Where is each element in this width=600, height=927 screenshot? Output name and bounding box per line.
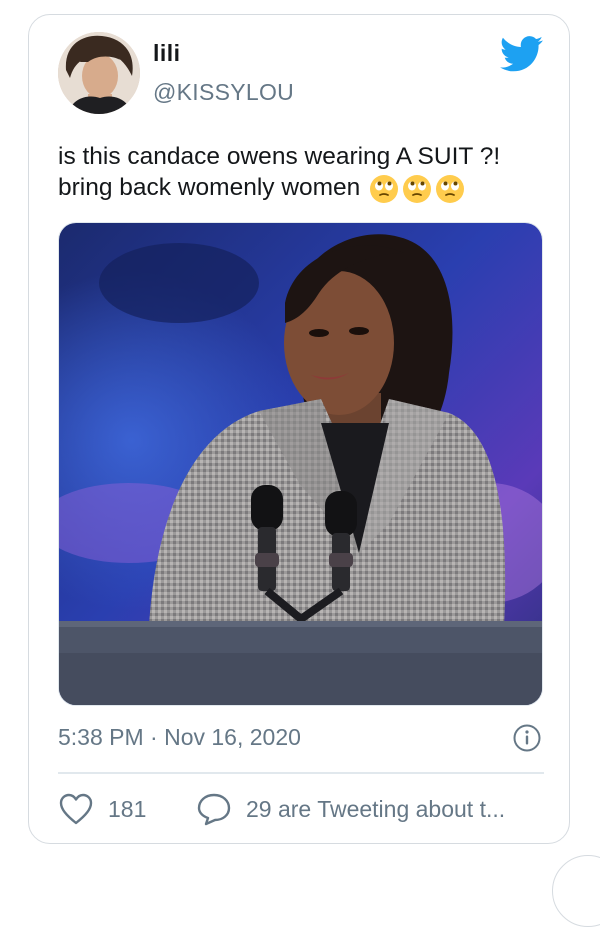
like-count: 181 [108, 795, 147, 822]
user-handle[interactable]: @KISSYLOU [153, 79, 294, 106]
tweeting-about-label: 29 are Tweeting about t... [246, 795, 506, 822]
rolling-eyes-emoji-icon [436, 174, 465, 203]
corner-fragment [552, 855, 600, 927]
tweet-text-line-2: bring back womenly women [58, 172, 548, 204]
tweet-photo[interactable] [58, 222, 543, 706]
rolling-eyes-emoji-icon [403, 174, 432, 203]
speech-bubble-icon[interactable] [196, 792, 232, 826]
tweeting-about-action[interactable]: 29 are Tweeting about t... [196, 792, 505, 826]
avatar[interactable] [58, 32, 140, 114]
rolling-eyes-emoji-icon [370, 174, 399, 203]
tweet-text-line-2-text: bring back womenly women [58, 174, 361, 201]
tweet-text: is this candace owens wearing A SUIT ?! … [58, 141, 548, 204]
tweet-timestamp[interactable]: 5:38 PM · Nov 16, 2020 [58, 724, 301, 751]
info-icon[interactable] [512, 723, 542, 753]
like-action[interactable]: 181 [58, 792, 146, 826]
twitter-bird-icon [500, 36, 543, 72]
display-name[interactable]: lili [153, 40, 181, 67]
tweet-text-line-1: is this candace owens wearing A SUIT ?! [58, 143, 501, 170]
divider [58, 772, 544, 774]
emoji-group [369, 174, 465, 204]
heart-icon[interactable] [58, 792, 94, 826]
